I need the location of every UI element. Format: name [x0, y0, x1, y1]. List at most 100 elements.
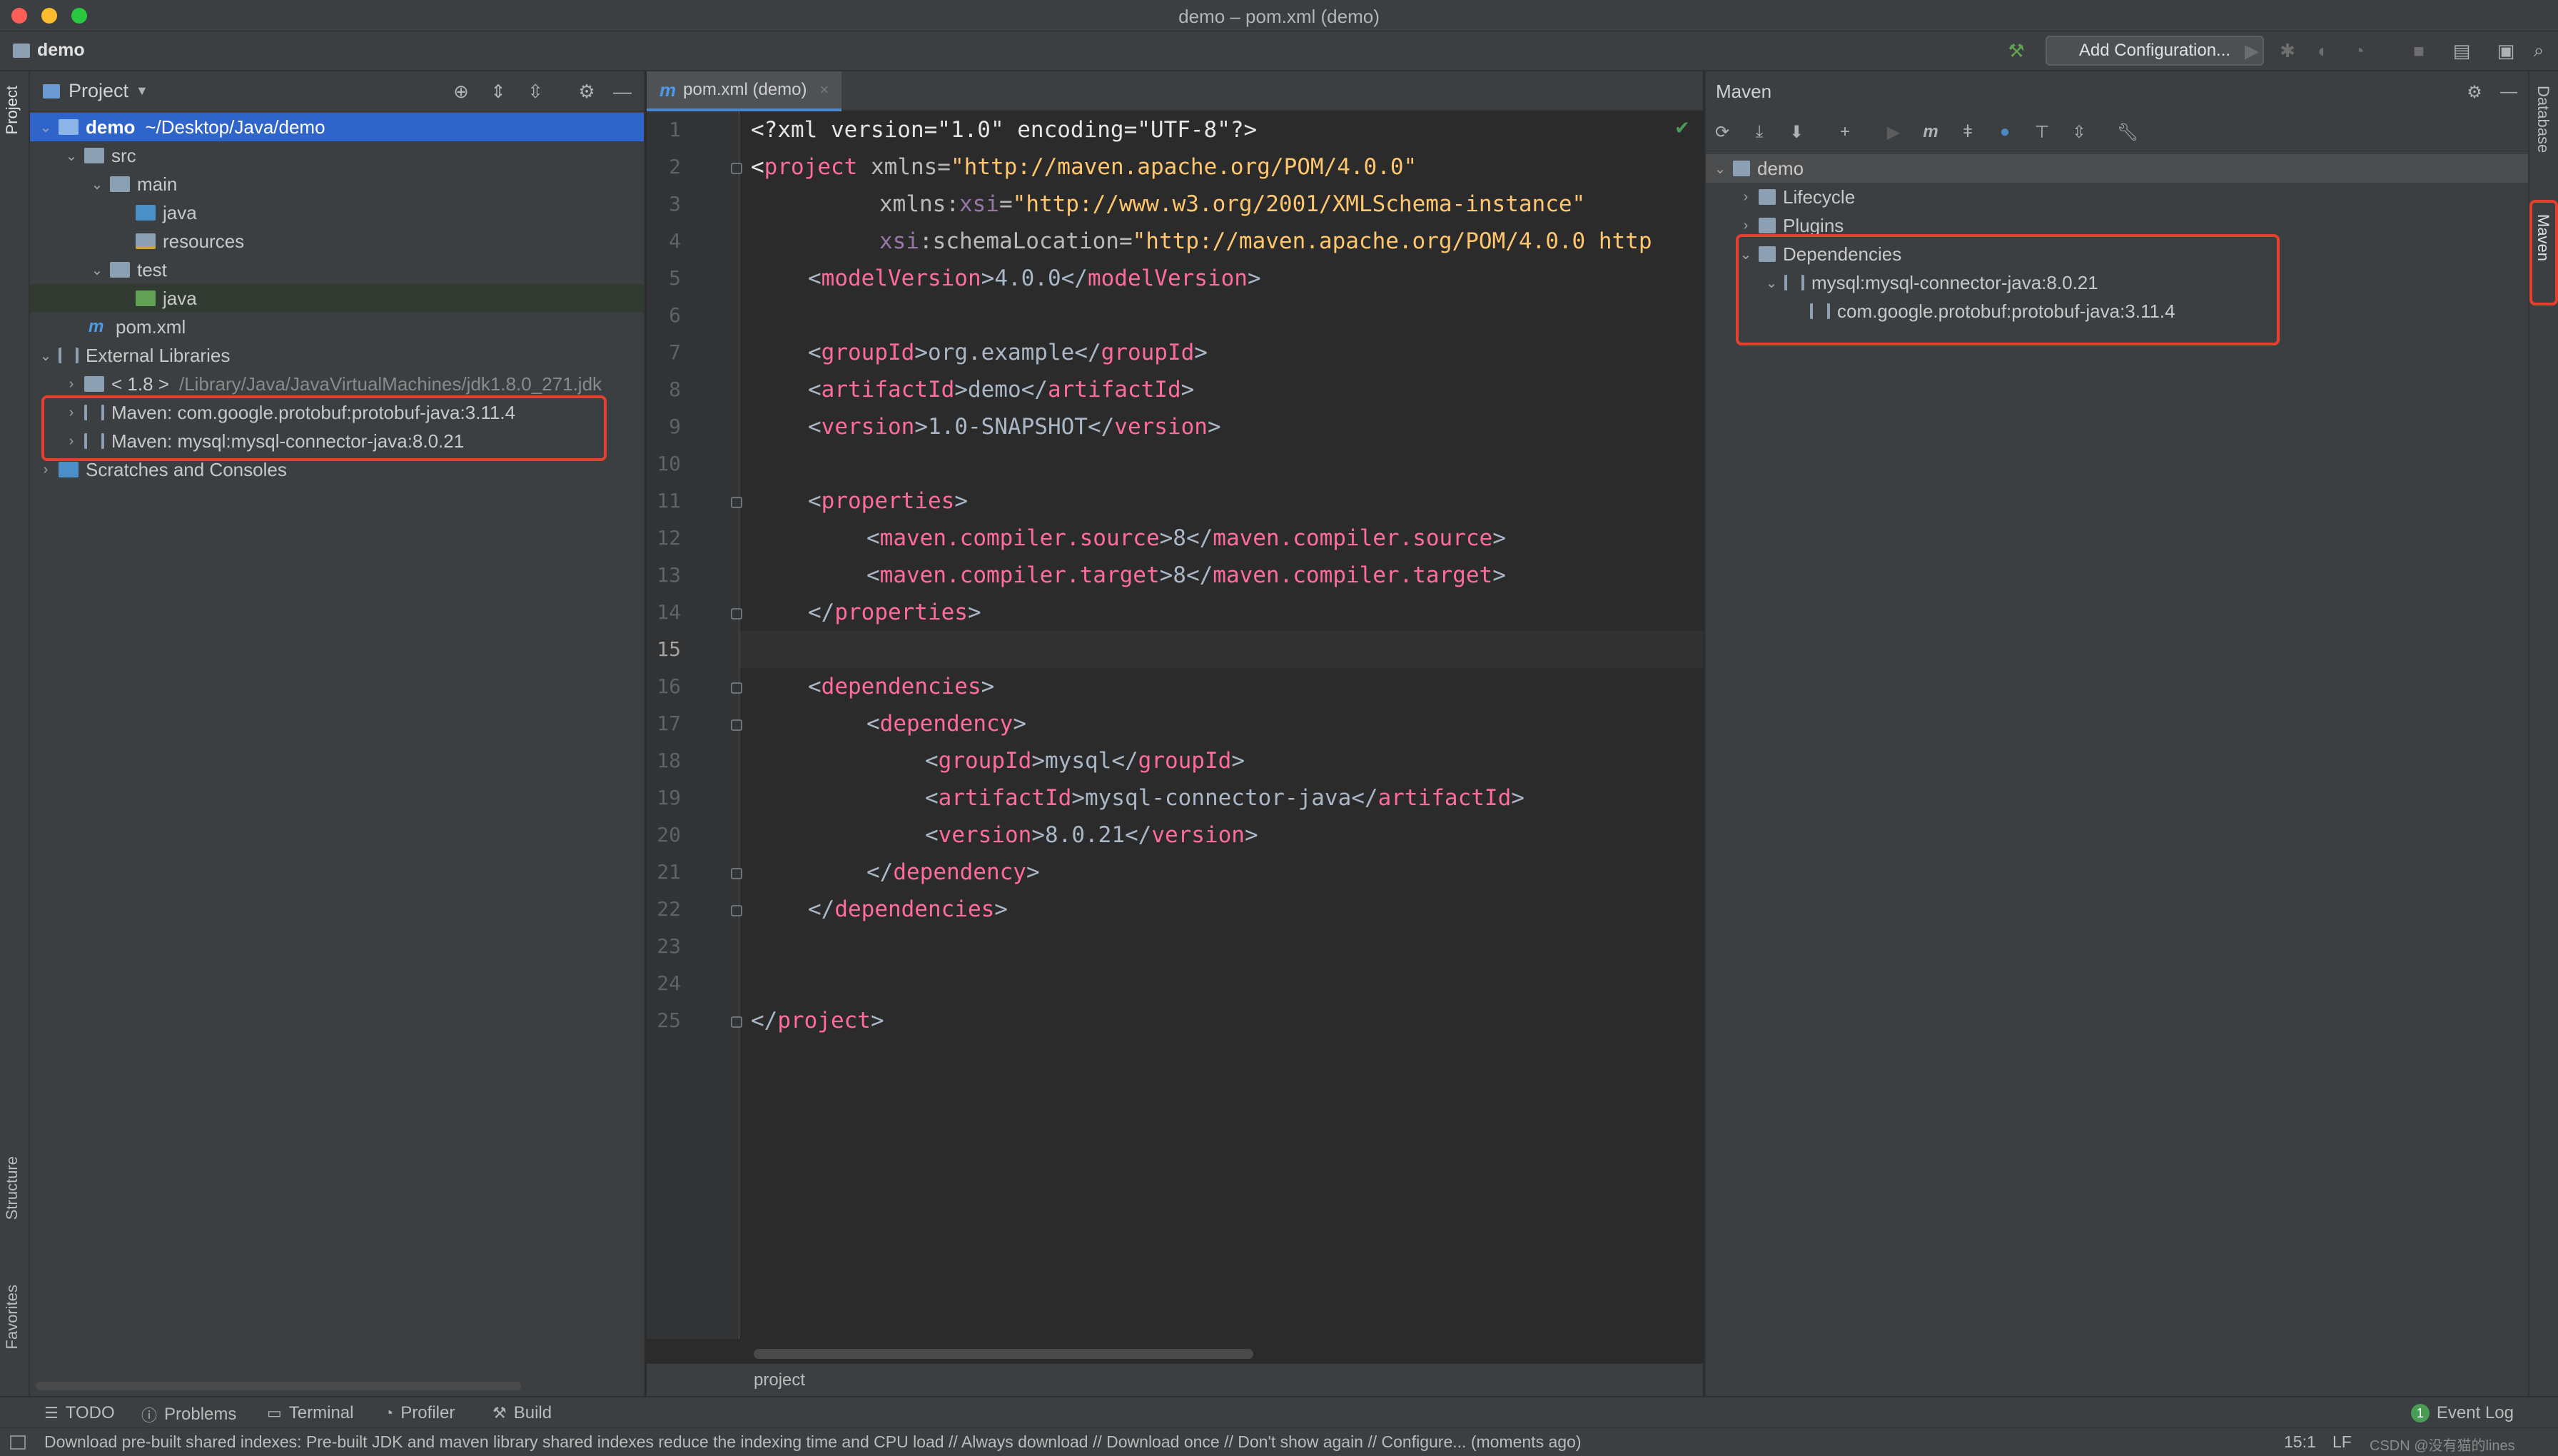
problems-tab[interactable]: ⓘ Problems	[141, 1403, 236, 1426]
reload-icon[interactable]: ⟳	[1710, 120, 1734, 144]
line-number[interactable]: 7	[647, 334, 681, 371]
line-number[interactable]: 22	[647, 891, 681, 928]
maven-tree-dep-protobuf[interactable]: com.google.protobuf:protobuf-java:3.11.4	[1706, 297, 2528, 325]
project-panel-title[interactable]: Project	[69, 80, 128, 102]
chevron-right-icon[interactable]: ›	[63, 405, 80, 421]
tree-item-resources[interactable]: resources	[30, 227, 644, 256]
code-area[interactable]: 1 2 3 4 5 6 7 8 9 10 11 12 13 14 15 16 17 18 19 20 21 22 23 24 2…	[647, 111, 1703, 1339]
fold-marker[interactable]	[731, 905, 742, 916]
maven-tree-root[interactable]: ⌄ demo	[1706, 154, 2528, 183]
tree-item-test[interactable]: ⌄ test	[30, 256, 644, 284]
chevron-down-icon[interactable]: ⌄	[1737, 246, 1754, 263]
todo-tab[interactable]: ☰ TODO	[44, 1403, 115, 1423]
event-log-tab[interactable]: 1 Event Log	[2410, 1403, 2514, 1423]
hide-panel-icon[interactable]: —	[2497, 80, 2521, 104]
chevron-down-icon[interactable]: ⌄	[63, 147, 80, 165]
line-number[interactable]: 25	[647, 1002, 681, 1039]
tree-item-lib-protobuf[interactable]: › Maven: com.google.protobuf:protobuf-ja…	[30, 398, 644, 427]
tree-item-pom[interactable]: m pom.xml	[30, 313, 644, 341]
vertical-scrollbar[interactable]	[36, 1382, 521, 1390]
coverage-icon[interactable]: ◐	[2311, 39, 2335, 63]
line-number[interactable]: 5	[647, 260, 681, 297]
line-number[interactable]: 11	[647, 482, 681, 520]
chevron-down-icon[interactable]: ⌄	[89, 261, 106, 279]
line-number[interactable]: 17	[647, 705, 681, 742]
nav-project-breadcrumb[interactable]: demo	[13, 40, 85, 61]
chevron-right-icon[interactable]: ›	[1737, 218, 1754, 234]
fold-marker[interactable]	[731, 719, 742, 731]
line-number[interactable]: 4	[647, 223, 681, 260]
line-number[interactable]: 23	[647, 928, 681, 965]
tree-item-src[interactable]: ⌄ src	[30, 141, 644, 170]
run-icon[interactable]: ▶	[2240, 39, 2264, 63]
tree-item-test-java[interactable]: java	[30, 284, 644, 313]
terminal-tab[interactable]: ▭ Terminal	[267, 1403, 354, 1423]
gear-icon[interactable]: ⚙	[2462, 80, 2487, 104]
line-number[interactable]: 3	[647, 186, 681, 223]
chevron-right-icon[interactable]: ›	[37, 462, 54, 478]
toggle-offline-icon[interactable]: ǂ	[1956, 120, 1980, 144]
stop-icon[interactable]: ■	[2407, 39, 2431, 63]
collapse-all-icon[interactable]: ⇳	[2067, 120, 2091, 144]
line-number[interactable]: 15	[647, 631, 681, 668]
structure-tool-tab[interactable]: Structure	[3, 1156, 21, 1220]
tree-item-main-java[interactable]: java	[30, 198, 644, 227]
profile-icon[interactable]: ◔	[2347, 39, 2371, 63]
tree-item-main[interactable]: ⌄ main	[30, 170, 644, 198]
tree-item-scratches[interactable]: › Scratches and Consoles	[30, 455, 644, 484]
generate-sources-icon[interactable]: ⤓	[1747, 120, 1771, 144]
line-number[interactable]: 6	[647, 297, 681, 334]
fold-marker[interactable]	[731, 497, 742, 508]
fold-marker[interactable]	[731, 608, 742, 620]
expand-all-icon[interactable]: ⇕	[487, 80, 510, 103]
profiler-tab[interactable]: ◔ Profiler	[384, 1403, 455, 1423]
chevron-down-icon[interactable]: ⌄	[1712, 160, 1729, 178]
fold-marker[interactable]	[731, 163, 742, 174]
tree-item-demo-root[interactable]: ⌄ demo ~/Desktop/Java/demo	[30, 113, 644, 141]
collapse-all-icon[interactable]: ⇳	[524, 80, 547, 103]
maven-tree-plugins[interactable]: › Plugins	[1706, 211, 2528, 240]
tab-pom-xml[interactable]: m pom.xml (demo) ×	[647, 71, 842, 111]
fold-marker[interactable]	[731, 868, 742, 879]
project-structure-icon[interactable]: ▤	[2450, 39, 2474, 63]
favorites-tool-tab[interactable]: Favorites	[3, 1285, 21, 1349]
chevron-down-icon[interactable]: ⌄	[89, 176, 106, 193]
line-number[interactable]: 18	[647, 742, 681, 779]
line-number[interactable]: 21	[647, 854, 681, 891]
fold-marker[interactable]	[731, 682, 742, 694]
debug-icon[interactable]: ✱	[2275, 39, 2300, 63]
show-dependencies-icon[interactable]: ⊤	[2030, 120, 2054, 144]
status-toggle-icon[interactable]	[10, 1435, 26, 1450]
maven-tree-dep-mysql[interactable]: ⌄ mysql:mysql-connector-java:8.0.21	[1706, 268, 2528, 297]
status-message[interactable]: Download pre-built shared indexes: Pre-b…	[44, 1432, 1582, 1452]
chevron-down-icon[interactable]: ▼	[136, 84, 148, 98]
chevron-right-icon[interactable]: ›	[1737, 189, 1754, 206]
maven-tree-dependencies[interactable]: ⌄ Dependencies	[1706, 240, 2528, 268]
line-number[interactable]: 9	[647, 408, 681, 445]
line-number[interactable]: 10	[647, 445, 681, 482]
line-number[interactable]: 14	[647, 594, 681, 631]
tree-item-lib-mysql[interactable]: › Maven: mysql:mysql-connector-java:8.0.…	[30, 427, 644, 455]
chevron-down-icon[interactable]: ⌄	[37, 118, 54, 136]
tree-item-jdk[interactable]: › < 1.8 > /Library/Java/JavaVirtualMachi…	[30, 370, 644, 398]
chevron-down-icon[interactable]: ⌄	[1763, 274, 1780, 292]
fold-marker[interactable]	[731, 1016, 742, 1028]
line-number[interactable]: 20	[647, 817, 681, 854]
build-tab[interactable]: ⚒ Build	[492, 1403, 552, 1423]
add-icon[interactable]: +	[1833, 120, 1857, 144]
chevron-right-icon[interactable]: ›	[63, 433, 80, 450]
line-number[interactable]: 16	[647, 668, 681, 705]
search-everywhere-icon[interactable]: ⌕	[2527, 39, 2551, 63]
line-number[interactable]: 24	[647, 965, 681, 1002]
line-number[interactable]: 8	[647, 371, 681, 408]
add-configuration-button[interactable]: Add Configuration...	[2046, 36, 2264, 66]
locate-icon[interactable]: ⊕	[450, 80, 472, 103]
layout-icon[interactable]: ▣	[2494, 39, 2518, 63]
execute-goal-icon[interactable]: m	[1918, 120, 1943, 144]
line-number[interactable]: 12	[647, 520, 681, 557]
build-hammer-icon[interactable]: ⚒	[2004, 39, 2028, 63]
maven-tree-lifecycle[interactable]: › Lifecycle	[1706, 183, 2528, 211]
line-number[interactable]: 13	[647, 557, 681, 594]
wrench-icon[interactable]: 🔧︎	[2115, 120, 2140, 144]
hide-panel-icon[interactable]: —	[611, 80, 634, 103]
